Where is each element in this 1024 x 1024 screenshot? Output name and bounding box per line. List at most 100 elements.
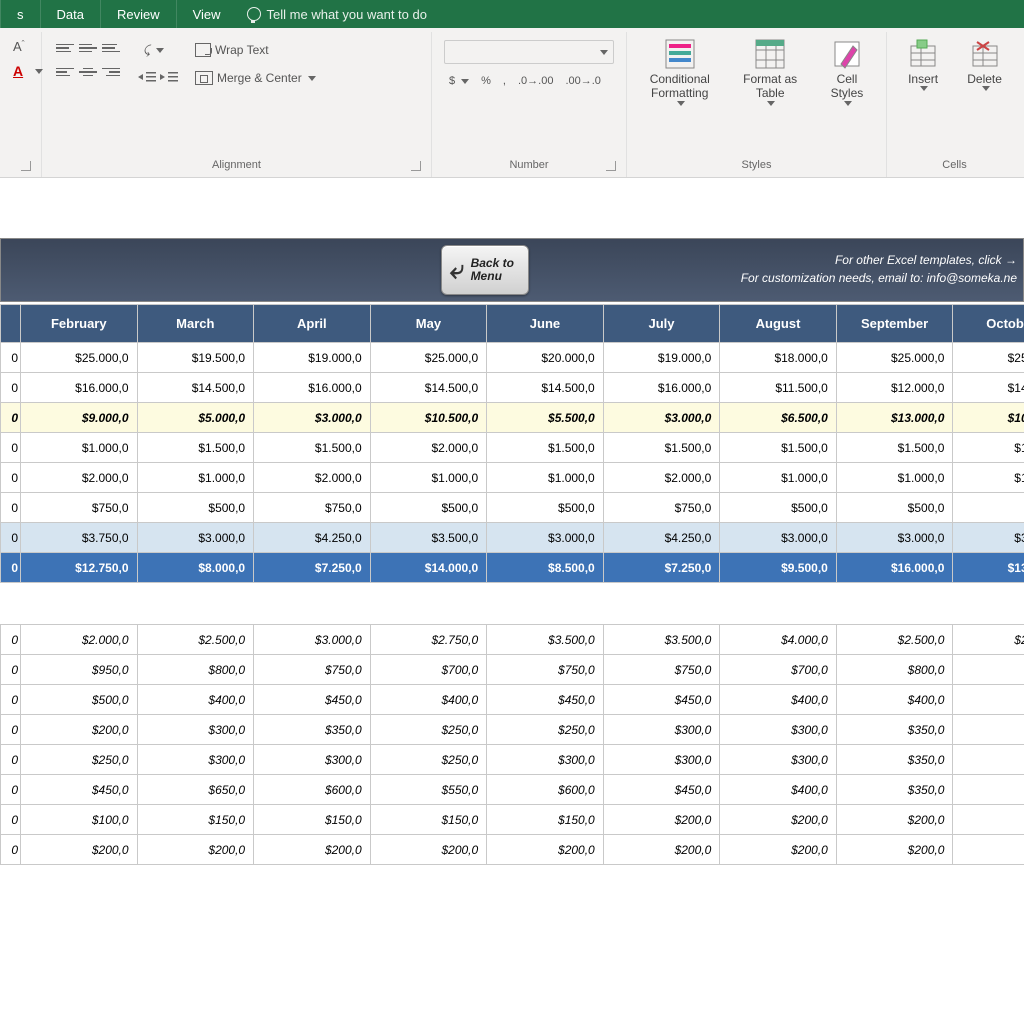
row-stub[interactable]: 0 xyxy=(1,373,21,403)
cell[interactable]: $1.500,0 xyxy=(836,433,953,463)
cell[interactable]: $7.250,0 xyxy=(603,553,720,583)
cell[interactable]: $13.500,0 xyxy=(953,553,1024,583)
cell[interactable]: $10.500,0 xyxy=(953,403,1024,433)
cell[interactable]: $200,0 xyxy=(603,835,720,865)
cell[interactable]: $200,0 xyxy=(254,835,371,865)
cell[interactable]: $3.000,0 xyxy=(487,523,604,553)
cell[interactable]: $400,0 xyxy=(836,685,953,715)
cell[interactable]: $6.500,0 xyxy=(720,403,837,433)
cell[interactable]: $7.250,0 xyxy=(254,553,371,583)
cell[interactable]: $200,0 xyxy=(603,805,720,835)
increase-decimal-button[interactable]: .0→.00 xyxy=(513,72,558,90)
cell[interactable]: $200,0 xyxy=(720,835,837,865)
cell[interactable]: $750,0 xyxy=(603,493,720,523)
align-middle-button[interactable] xyxy=(79,40,97,56)
dialog-launcher-icon[interactable] xyxy=(411,161,421,171)
table-row[interactable]: 0$500,0$400,0$450,0$400,0$450,0$450,0$40… xyxy=(1,685,1024,715)
cell[interactable]: $200,0 xyxy=(836,835,953,865)
accounting-format-button[interactable]: $ xyxy=(444,72,474,90)
cell[interactable]: $1.500,0 xyxy=(487,433,604,463)
cell[interactable]: $3.500,0 xyxy=(370,523,487,553)
cell[interactable]: $300,0 xyxy=(603,715,720,745)
table-row[interactable]: 0$2.000,0$2.500,0$3.000,0$2.750,0$3.500,… xyxy=(1,625,1024,655)
tab-review[interactable]: Review xyxy=(100,0,176,28)
cell[interactable]: $3.000,0 xyxy=(254,403,371,433)
cell[interactable]: $12.750,0 xyxy=(21,553,138,583)
table-row[interactable]: 0$950,0$800,0$750,0$700,0$750,0$750,0$70… xyxy=(1,655,1024,685)
cell[interactable]: $650,0 xyxy=(137,775,254,805)
comma-format-button[interactable]: , xyxy=(498,72,511,90)
row-stub[interactable]: 0 xyxy=(1,805,21,835)
cell[interactable]: $750,0 xyxy=(487,655,604,685)
cell[interactable]: $250,0 xyxy=(370,715,487,745)
cell[interactable]: $400,0 xyxy=(953,685,1024,715)
row-stub[interactable]: 0 xyxy=(1,493,21,523)
cell[interactable]: $1.500,0 xyxy=(137,433,254,463)
cell[interactable]: $19.000,0 xyxy=(254,343,371,373)
cell[interactable]: $1.000,0 xyxy=(370,463,487,493)
cell[interactable]: $750,0 xyxy=(21,493,138,523)
dialog-launcher-icon[interactable] xyxy=(21,161,31,171)
tell-me[interactable]: Tell me what you want to do xyxy=(247,7,427,22)
cell[interactable]: $450,0 xyxy=(21,775,138,805)
table-row[interactable]: 0$750,0$500,0$750,0$500,0$500,0$750,0$50… xyxy=(1,493,1024,523)
cell[interactable]: $300,0 xyxy=(953,715,1024,745)
orientation-button[interactable]: ⤹ xyxy=(138,40,178,61)
budget-table[interactable]: February March April May June July Augus… xyxy=(0,304,1024,865)
cell[interactable]: $1.000,0 xyxy=(953,463,1024,493)
cell[interactable]: $300,0 xyxy=(487,745,604,775)
cell[interactable]: $1.000,0 xyxy=(720,463,837,493)
cell[interactable]: $14.500,0 xyxy=(370,373,487,403)
cell[interactable]: $100,0 xyxy=(21,805,138,835)
decrease-indent-button[interactable] xyxy=(138,69,156,85)
table-row[interactable]: 0$3.750,0$3.000,0$4.250,0$3.500,0$3.000,… xyxy=(1,523,1024,553)
cell[interactable]: $200,0 xyxy=(21,715,138,745)
row-stub[interactable]: 0 xyxy=(1,655,21,685)
cell[interactable]: $500,0 xyxy=(487,493,604,523)
cell[interactable]: $19.500,0 xyxy=(137,343,254,373)
col-october[interactable]: October xyxy=(953,305,1024,343)
cell[interactable]: $1.500,0 xyxy=(603,433,720,463)
cell[interactable]: $5.500,0 xyxy=(487,403,604,433)
cell[interactable]: $300,0 xyxy=(254,745,371,775)
cell[interactable]: $8.000,0 xyxy=(137,553,254,583)
cell[interactable]: $250,0 xyxy=(21,745,138,775)
cell[interactable]: $500,0 xyxy=(720,493,837,523)
cell[interactable]: $4.250,0 xyxy=(254,523,371,553)
cell[interactable]: $500,0 xyxy=(836,493,953,523)
cell[interactable]: $5.000,0 xyxy=(137,403,254,433)
merge-center-button[interactable]: Merge & Center xyxy=(190,68,321,88)
cell[interactable]: $900,0 xyxy=(953,655,1024,685)
insert-button[interactable]: Insert xyxy=(901,36,945,93)
cell[interactable]: $20.000,0 xyxy=(487,343,604,373)
cell[interactable]: $2.000,0 xyxy=(254,463,371,493)
cell[interactable]: $10.500,0 xyxy=(370,403,487,433)
row-stub[interactable]: 0 xyxy=(1,343,21,373)
table-row[interactable]: 0$200,0$300,0$350,0$250,0$250,0$300,0$30… xyxy=(1,715,1024,745)
cell[interactable]: $16.000,0 xyxy=(836,553,953,583)
cell[interactable]: $700,0 xyxy=(720,655,837,685)
align-left-button[interactable] xyxy=(56,64,74,80)
format-as-table-button[interactable]: Format as Table xyxy=(737,36,803,108)
cell[interactable]: $1.000,0 xyxy=(487,463,604,493)
cell[interactable]: $300,0 xyxy=(720,715,837,745)
cell[interactable]: $25.000,0 xyxy=(953,343,1024,373)
cell[interactable]: $2.000,0 xyxy=(21,625,138,655)
cell[interactable]: $18.000,0 xyxy=(720,343,837,373)
cell[interactable]: $1.000,0 xyxy=(137,463,254,493)
cell[interactable]: $11.500,0 xyxy=(720,373,837,403)
col-march[interactable]: March xyxy=(137,305,254,343)
conditional-formatting-button[interactable]: Conditional Formatting xyxy=(644,36,716,108)
cell[interactable]: $400,0 xyxy=(137,685,254,715)
cell[interactable]: $150,0 xyxy=(137,805,254,835)
row-stub[interactable]: 0 xyxy=(1,685,21,715)
cell[interactable]: $14.500,0 xyxy=(487,373,604,403)
cell[interactable]: $3.500,0 xyxy=(603,625,720,655)
tab-view[interactable]: View xyxy=(176,0,237,28)
cell[interactable]: $2.500,0 xyxy=(836,625,953,655)
cell[interactable]: $700,0 xyxy=(370,655,487,685)
cell[interactable]: $16.000,0 xyxy=(254,373,371,403)
col-august[interactable]: August xyxy=(720,305,837,343)
cell[interactable]: $500,0 xyxy=(370,493,487,523)
increase-font-button[interactable] xyxy=(8,36,34,58)
